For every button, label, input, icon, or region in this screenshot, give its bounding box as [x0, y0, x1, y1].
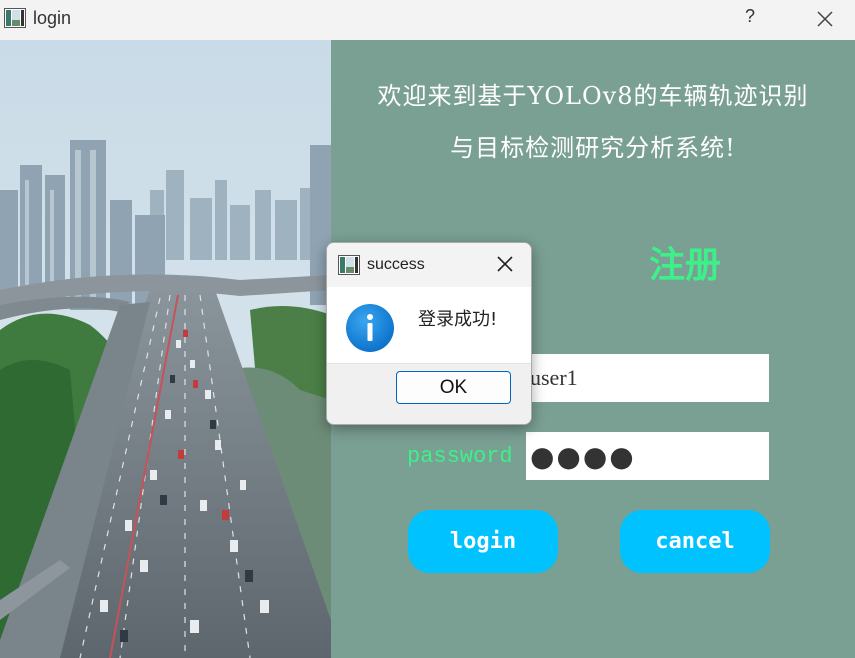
cancel-button[interactable]: cancel	[620, 510, 770, 573]
password-label: password	[407, 444, 513, 469]
success-dialog: success 登录成功! OK	[326, 242, 532, 425]
username-value: user1	[530, 365, 578, 390]
app-icon	[4, 8, 26, 28]
password-field[interactable]: ●●●●	[526, 432, 769, 480]
highway-city-image	[0, 40, 331, 658]
welcome-line-1: 欢迎来到基于YOLOv8的车辆轨迹识别	[377, 82, 809, 110]
help-button[interactable]: ?	[745, 6, 755, 27]
window-title: login	[33, 8, 72, 28]
close-icon[interactable]	[810, 4, 840, 34]
dialog-app-icon	[338, 255, 360, 275]
window-title-bar: login ?	[0, 0, 855, 40]
dialog-message: 登录成功!	[418, 309, 498, 330]
username-field[interactable]: user1	[526, 354, 769, 402]
info-icon	[346, 304, 394, 352]
tab-register[interactable]: 注册	[649, 236, 721, 288]
password-value: ●●●●	[530, 439, 636, 473]
welcome-line-2: 与目标检测研究分析系统!	[450, 134, 736, 162]
dialog-title-bar: success	[327, 243, 531, 287]
login-button[interactable]: login	[408, 510, 558, 573]
dialog-close-icon[interactable]	[493, 252, 517, 276]
ok-button[interactable]: OK	[396, 371, 511, 404]
dialog-title: success	[367, 256, 425, 273]
